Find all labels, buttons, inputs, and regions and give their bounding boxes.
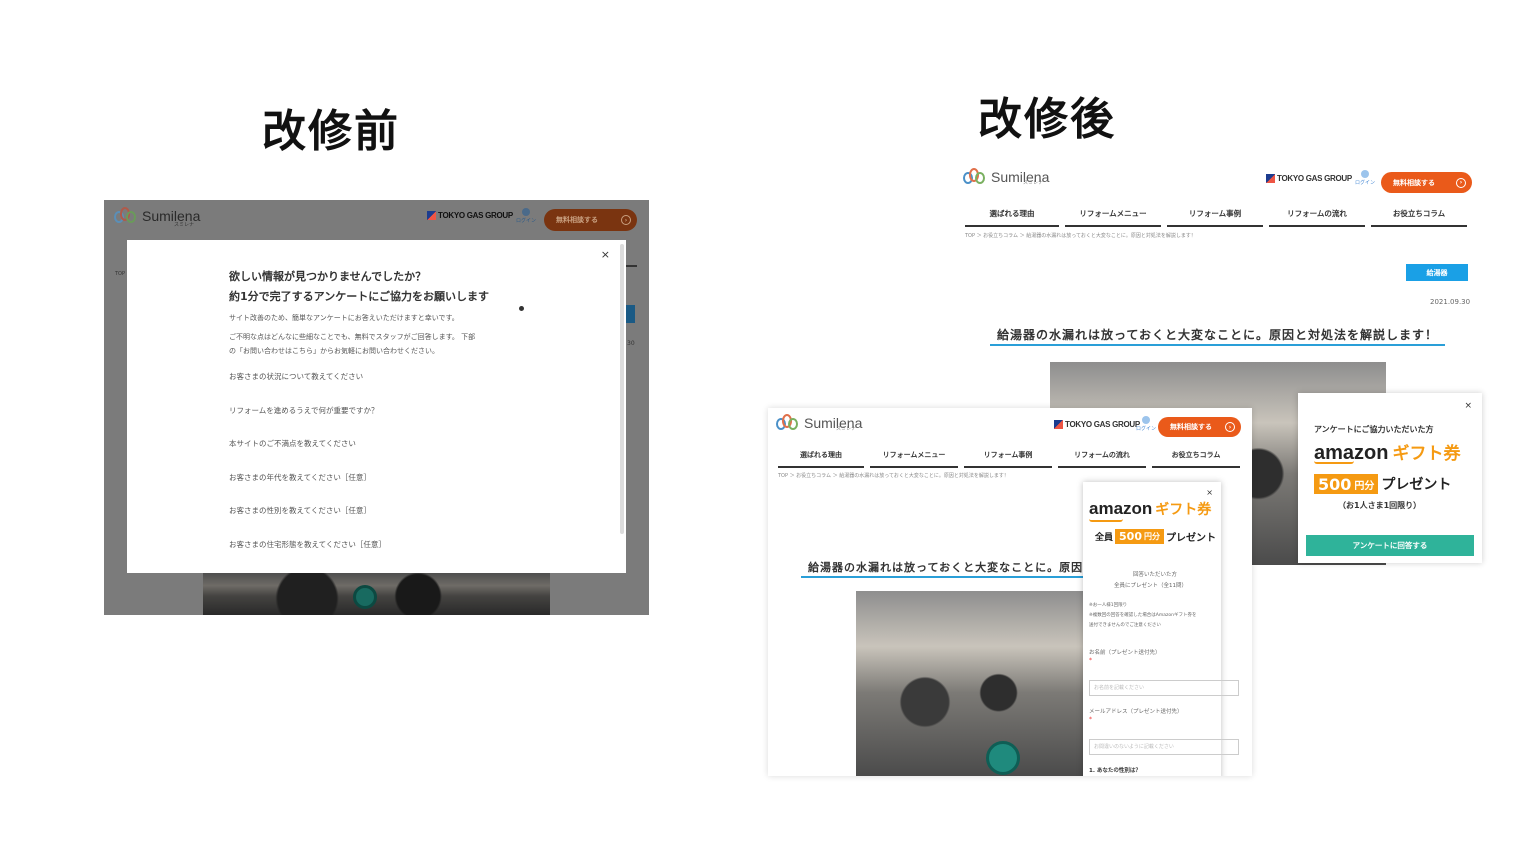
arrow-circle-icon: › (621, 215, 631, 225)
logo-sub: スミレナ (174, 222, 195, 228)
bg-date: 30 (627, 340, 635, 347)
nav-item[interactable]: お役立ちコラム (1152, 450, 1240, 468)
modal-scrollbar[interactable] (620, 244, 624, 534)
tokyo-gas-logo: TOKYO GAS GROUP (1054, 420, 1140, 429)
title-underline (990, 344, 1445, 346)
bg-breadcrumb: TOP (115, 271, 126, 277)
modal-title-line1: 欲しい情報が見つかりませんでしたか？ (229, 270, 427, 283)
cta-button[interactable]: 無料相談する › (544, 209, 637, 231)
after-heading: 改修後 (978, 94, 1116, 145)
after-form-screenshot: Sumilena スミレナ TOKYO GAS GROUP ログイン 無料相談す… (768, 408, 1252, 776)
arrow-circle-icon: › (1456, 177, 1466, 188)
article-title: 給湯器の水漏れは放っておくと大変なことに。原因と対処法を解説します！ (997, 328, 1439, 342)
name-label: お名前（プレゼント送付先） (1089, 650, 1161, 656)
gift-popup: × アンケートにご協力いただいた方 amazon ギフト券 500 円分 プレゼ… (1298, 393, 1482, 563)
article-title: 給湯器の水漏れは放っておくと大変なことに。原因 (808, 561, 1084, 574)
valve-knob (353, 585, 377, 609)
bg-photo (203, 573, 550, 615)
modal-note-line2: の「お問い合わせはこちら」からお気軽にお問い合わせください。 (229, 347, 439, 355)
tokyo-gas-icon (1266, 174, 1275, 183)
close-icon[interactable]: × (1206, 488, 1213, 497)
question-item[interactable]: お客さまの性別を教えてください［任意］ (229, 505, 371, 516)
tokyo-gas-logo: TOKYO GAS GROUP (427, 211, 513, 220)
breadcrumb: TOP ＞ お役立ちコラム ＞ 給湯器の水漏れは放っておくと大変なことに。原因と… (778, 473, 1009, 479)
email-label: メールアドレス（プレゼント送付先） (1089, 709, 1183, 715)
note2: ※複数回の回答を確認した場合はAmazonギフト券を (1089, 613, 1197, 618)
question-item[interactable]: 本サイトのご不満点を教えてください (229, 438, 356, 449)
survey-modal: × 欲しい情報が見つかりませんでしたか？ 約1分で完了するアンケートにご協力をお… (127, 240, 626, 573)
tokyo-gas-icon (1054, 420, 1063, 429)
arrow-circle-icon: › (1225, 422, 1235, 432)
nav-item[interactable]: リフォーム事例 (1167, 208, 1263, 227)
close-icon[interactable]: × (601, 248, 610, 261)
answer-survey-button[interactable]: アンケートに回答する (1306, 535, 1474, 556)
question-1: 1. あなたの性別は？ (1089, 768, 1141, 774)
login-button[interactable]: ログイン (1355, 170, 1375, 186)
nav-item[interactable]: 選ばれる理由 (965, 208, 1059, 227)
logo-icon (776, 414, 800, 432)
amazon-gift-logo: amazon ギフト券 (1089, 499, 1212, 518)
site-header: Sumilena スミレナ TOKYO GAS GROUP ログイン 無料相談す… (104, 200, 649, 242)
nav-item[interactable]: リフォームの流れ (1058, 450, 1146, 468)
modal-intro: サイト改善のため、簡単なアンケートにお答えいただけますと幸いです。 (229, 314, 459, 322)
logo-sub: スミレナ (836, 426, 857, 432)
person-icon (522, 208, 530, 216)
close-icon[interactable]: × (1464, 401, 1472, 411)
required-mark: * (1089, 657, 1092, 664)
logo-icon (114, 207, 138, 225)
global-nav: 選ばれる理由 リフォームメニュー リフォーム事例 リフォームの流れ お役立ちコラ… (778, 450, 1246, 468)
modal-title-line2: 約1分で完了するアンケートにご協力をお願いします (229, 290, 489, 303)
popup-lead: アンケートにご協力いただいた方 (1314, 425, 1434, 434)
nav-item[interactable]: お役立ちコラム (1371, 208, 1467, 227)
answered-line2: 全員にプレゼント（全11問） (1114, 583, 1187, 589)
article-photo (856, 591, 1086, 776)
question-item[interactable]: お客さまの年代を教えてください［任意］ (229, 472, 371, 483)
modal-note-line1: ご不明な点はどんなに些細なことでも、無料でスタッフがご回答します。 下部 (229, 333, 476, 341)
article-date: 2021.09.30 (1430, 298, 1471, 306)
logo-sub: スミレナ (1023, 180, 1044, 186)
name-input[interactable]: お名前を記載ください (1089, 680, 1239, 696)
amazon-smile-icon (1314, 461, 1354, 464)
gift-survey-form: × amazon ギフト券 全員 500 円分 プレゼント 回答いただいた方 全… (1083, 482, 1239, 776)
login-button[interactable]: ログイン (1136, 416, 1156, 432)
question-item[interactable]: お客さまの住宅形態を教えてください［任意］ (229, 539, 386, 550)
note3: 送付できませんのでご注意ください (1089, 623, 1161, 628)
breadcrumb: TOP ＞ お役立ちコラム ＞ 給湯器の水漏れは放っておくと大変なことに。原因と… (965, 233, 1196, 239)
note1: ※お一人様1回限り (1089, 603, 1128, 608)
price-line: 全員 500 円分 プレゼント (1095, 529, 1216, 544)
email-input[interactable]: お間違いのないように記載ください (1089, 739, 1239, 755)
login-button[interactable]: ログイン (516, 208, 536, 224)
tokyo-gas-logo: TOKYO GAS GROUP (1266, 174, 1352, 183)
cta-button[interactable]: 無料相談する › (1158, 417, 1241, 437)
nav-item[interactable]: リフォーム事例 (964, 450, 1052, 468)
bg-nav-line (625, 265, 637, 267)
required-mark: * (1089, 716, 1092, 723)
cursor-dot (519, 306, 524, 311)
question-item[interactable]: お客さまの状況について教えてください (229, 371, 363, 382)
bg-category-tag (626, 305, 635, 323)
valve-knob (986, 741, 1020, 775)
title-underline (801, 576, 1091, 578)
cta-button[interactable]: 無料相談する › (1381, 172, 1472, 193)
answered-line1: 回答いただいた方 (1133, 572, 1178, 578)
question-item[interactable]: リフォームを進めるうえで何が重要ですか？ (229, 405, 379, 416)
before-screenshot: Sumilena スミレナ TOKYO GAS GROUP ログイン 無料相談す… (104, 200, 649, 615)
before-heading: 改修前 (262, 106, 400, 157)
global-nav: 選ばれる理由 リフォームメニュー リフォーム事例 リフォームの流れ お役立ちコラ… (965, 208, 1473, 227)
category-tag[interactable]: 給湯器 (1406, 264, 1468, 281)
nav-item[interactable]: 選ばれる理由 (778, 450, 864, 468)
price-line: 500 円分 プレゼント (1314, 474, 1451, 494)
person-icon (1142, 416, 1150, 424)
amazon-smile-icon (1089, 519, 1123, 522)
tokyo-gas-icon (427, 211, 436, 220)
nav-item[interactable]: リフォームメニュー (1065, 208, 1161, 227)
popup-limit: （お1人さま1回限り） (1338, 501, 1422, 510)
nav-item[interactable]: リフォームメニュー (870, 450, 958, 468)
logo-icon (963, 168, 987, 186)
person-icon (1361, 170, 1369, 178)
nav-item[interactable]: リフォームの流れ (1269, 208, 1365, 227)
